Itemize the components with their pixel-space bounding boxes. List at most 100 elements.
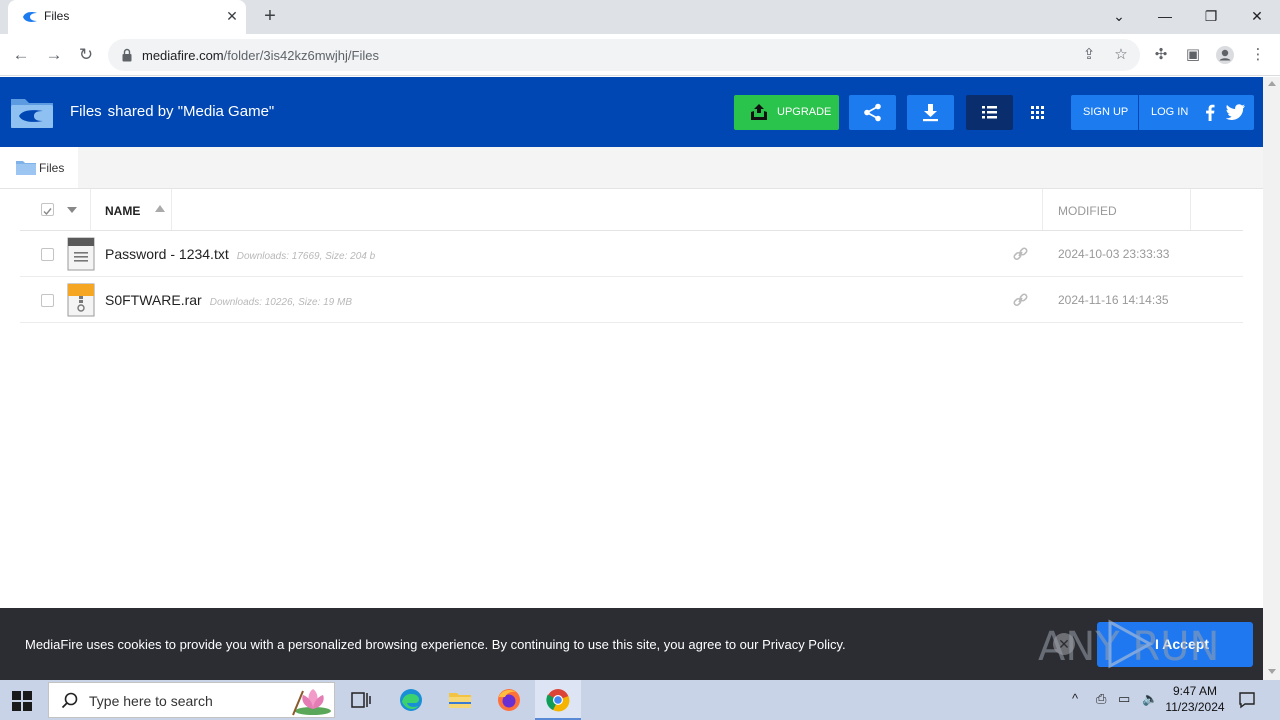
column-header-modified[interactable]: MODIFIED: [1058, 204, 1117, 218]
table-row[interactable]: Password - 1234.txt Downloads: 17669, Siz…: [20, 231, 1243, 277]
copy-link-icon[interactable]: [1013, 247, 1028, 261]
file-name: S0FTWARE.rar: [105, 292, 202, 308]
file-name: Password - 1234.txt: [105, 246, 229, 262]
taskbar-search-input[interactable]: Type here to search: [48, 682, 335, 718]
file-name-link[interactable]: S0FTWARE.rar Downloads: 10226, Size: 19 M…: [105, 292, 352, 308]
network-icon[interactable]: ▭: [1118, 691, 1130, 707]
file-modified-date: 2024-11-16 14:14:35: [1058, 293, 1169, 307]
sort-ascending-icon[interactable]: [155, 205, 165, 212]
window-close-icon[interactable]: ✕: [1245, 6, 1269, 26]
copy-link-icon[interactable]: [1013, 293, 1028, 307]
cookie-banner: MediaFire uses cookies to provide you wi…: [0, 608, 1263, 680]
upgrade-button[interactable]: UPGRADE: [734, 95, 839, 130]
notification-center-icon[interactable]: [1238, 691, 1256, 709]
back-icon[interactable]: ←: [10, 44, 32, 66]
folder-title: Files shared by "Media Game": [70, 103, 274, 120]
page-scrollbar[interactable]: [1263, 77, 1280, 680]
file-meta: Downloads: 10226, Size: 19 MB: [209, 297, 353, 308]
select-all-checkbox[interactable]: [41, 203, 54, 216]
file-explorer-icon[interactable]: [447, 687, 473, 713]
download-icon: [923, 104, 938, 122]
folder-logo-icon: [11, 99, 53, 128]
forward-icon[interactable]: →: [43, 44, 65, 66]
breadcrumb: Files: [0, 147, 1263, 189]
folder-name: Files: [70, 103, 102, 120]
breadcrumb-arrow: [70, 147, 78, 187]
chrome-icon: [546, 689, 570, 712]
clock-time: 9:47 AM: [1172, 684, 1218, 698]
scroll-up-icon[interactable]: [1268, 81, 1276, 86]
file-meta: Downloads: 17669, Size: 204 b: [236, 251, 376, 262]
network-device-icon[interactable]: ⎙: [1096, 691, 1106, 707]
file-name-link[interactable]: Password - 1234.txt Downloads: 17669, Siz…: [105, 246, 375, 262]
file-modified-date: 2024-10-03 23:33:33: [1058, 247, 1170, 261]
grid-view-button[interactable]: [1014, 95, 1061, 130]
lotus-decoration-icon: [292, 689, 331, 716]
new-tab-icon[interactable]: +: [260, 6, 280, 26]
search-placeholder: Type here to search: [89, 693, 213, 709]
show-hidden-icons-icon[interactable]: ^: [1072, 691, 1078, 706]
edge-browser-icon[interactable]: [398, 687, 424, 713]
account-divider: [1138, 95, 1139, 130]
volume-icon[interactable]: 🔈: [1142, 691, 1158, 707]
share-button[interactable]: [849, 95, 896, 130]
browser-tab-strip: Files ✕ + ⌄ — ❐ ✕: [0, 0, 1280, 34]
windows-taskbar: Type here to search ^ ⎙ ▭ 🔈 9:47 AM 11/2…: [0, 680, 1280, 720]
tab-title: Files: [44, 9, 70, 23]
table-row[interactable]: S0FTWARE.rar Downloads: 10226, Size: 19 M…: [20, 277, 1243, 323]
download-button[interactable]: [907, 95, 954, 130]
column-header-name[interactable]: NAME: [105, 204, 140, 218]
url-host: mediafire.com: [142, 48, 224, 63]
account-group: SIGN UP LOG IN: [1071, 95, 1254, 130]
windows-start-icon[interactable]: [12, 691, 32, 711]
column-divider: [1190, 189, 1191, 230]
select-dropdown-icon[interactable]: [67, 207, 77, 213]
cookie-message: MediaFire uses cookies to provide you wi…: [25, 637, 846, 652]
taskbar-clock[interactable]: 9:47 AM 11/23/2024: [1160, 683, 1230, 715]
browser-tab[interactable]: Files ✕: [8, 0, 246, 34]
row-checkbox[interactable]: [41, 248, 54, 261]
column-divider: [90, 189, 91, 230]
check-icon: [43, 208, 52, 216]
column-divider: [1042, 189, 1043, 230]
column-divider: [171, 189, 172, 230]
profile-avatar-icon[interactable]: [1215, 45, 1235, 65]
log-in-link[interactable]: LOG IN: [1151, 106, 1188, 118]
chrome-taskbar-active[interactable]: [535, 680, 581, 720]
scroll-down-icon[interactable]: [1268, 669, 1276, 674]
url-path: /folder/3is42kz6mwjhj/Files: [223, 48, 379, 63]
list-view-button[interactable]: [966, 95, 1013, 130]
file-table-header: NAME MODIFIED: [20, 189, 1243, 231]
row-checkbox[interactable]: [41, 294, 54, 307]
lock-icon: [122, 48, 132, 62]
restore-icon[interactable]: ❐: [1199, 6, 1223, 26]
search-icon: [61, 692, 78, 709]
chrome-menu-icon[interactable]: ⋮: [1248, 45, 1268, 65]
anyrun-watermark: ANY RUN: [1038, 619, 1219, 670]
mediafire-header: Files shared by "Media Game" UPGRADE SIG…: [0, 77, 1263, 147]
clock-date: 11/23/2024: [1165, 700, 1225, 714]
share-page-icon[interactable]: ⇪: [1080, 46, 1098, 64]
shared-by-text: shared by "Media Game": [107, 103, 275, 120]
tab-search-icon[interactable]: ⌄: [1107, 6, 1131, 26]
grid-view-icon: [1031, 106, 1044, 119]
archive-file-icon: [67, 283, 95, 317]
bookmark-star-icon[interactable]: ☆: [1112, 46, 1130, 64]
reload-icon[interactable]: ↻: [75, 44, 97, 66]
address-bar[interactable]: mediafire.com/folder/3is42kz6mwjhj/Files…: [108, 39, 1140, 71]
firefox-icon[interactable]: [496, 687, 522, 713]
upgrade-label: UPGRADE: [777, 106, 832, 118]
extensions-icon[interactable]: ✣: [1151, 45, 1171, 65]
browser-toolbar: ← → ↻ mediafire.com/folder/3is42kz6mwjhj…: [0, 34, 1280, 76]
side-panel-icon[interactable]: ▣: [1183, 45, 1203, 65]
breadcrumb-item-files[interactable]: Files: [0, 147, 78, 188]
task-view-icon[interactable]: [348, 687, 374, 713]
minimize-icon[interactable]: —: [1153, 6, 1177, 26]
tab-close-icon[interactable]: ✕: [224, 8, 240, 24]
twitter-icon[interactable]: [1226, 103, 1246, 121]
folder-icon: [16, 161, 36, 175]
share-icon: [864, 103, 881, 122]
sign-up-link[interactable]: SIGN UP: [1083, 106, 1128, 118]
list-view-icon: [982, 106, 997, 119]
facebook-icon[interactable]: [1201, 103, 1219, 121]
